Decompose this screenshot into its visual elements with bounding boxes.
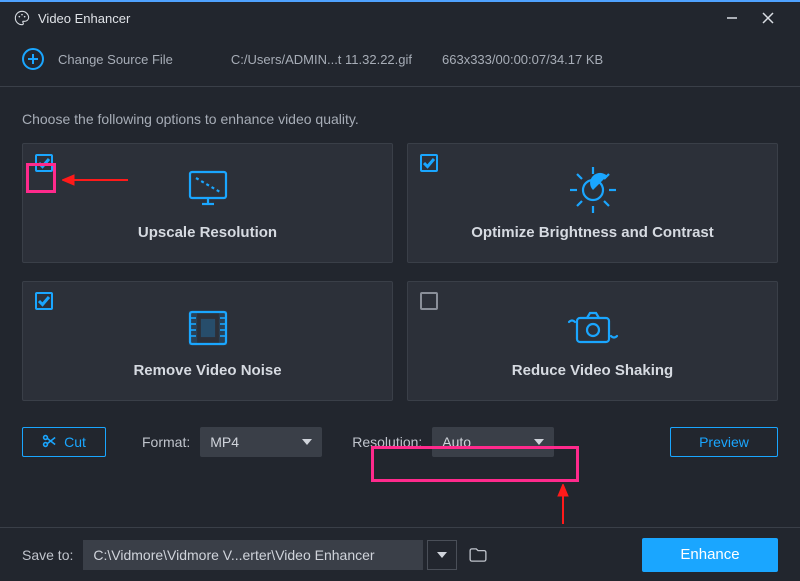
window-top-border [0,0,800,4]
app-palette-icon [14,10,30,26]
resolution-dropdown[interactable]: Auto [432,427,554,457]
save-path-dropdown[interactable] [427,540,457,570]
cut-button[interactable]: Cut [22,427,106,457]
checkbox-brightness[interactable] [420,154,438,172]
save-path-value: C:\Vidmore\Vidmore V...erter\Video Enhan… [93,547,374,563]
format-value: MP4 [210,434,239,450]
change-source-label[interactable]: Change Source File [58,52,173,67]
preview-label: Preview [699,434,749,450]
enhance-button[interactable]: Enhance [642,538,778,572]
option-noise-label: Remove Video Noise [133,362,281,379]
resolution-label: Resolution: [352,434,422,450]
source-file-info: 663x333/00:00:07/34.17 KB [442,52,603,67]
save-to-label: Save to: [22,547,73,563]
option-shaking-label: Reduce Video Shaking [512,362,673,379]
controls-row: Cut Format: MP4 Resolution: Auto Preview [0,401,800,457]
option-noise[interactable]: Remove Video Noise [22,281,393,401]
scissors-icon [42,434,56,451]
monitor-icon [184,166,232,214]
chevron-down-icon [534,439,544,445]
film-icon [182,304,234,352]
option-brightness[interactable]: Optimize Brightness and Contrast [407,143,778,263]
camera-shake-icon [563,304,623,352]
sun-icon [568,166,618,214]
checkbox-noise[interactable] [35,292,53,310]
checkbox-upscale[interactable] [35,154,53,172]
format-label: Format: [142,434,190,450]
source-file-path: C:/Users/ADMIN...t 11.32.22.gif [231,52,412,67]
title-bar: Video Enhancer [0,0,800,36]
cut-label: Cut [64,434,86,450]
chevron-down-icon [437,552,447,558]
open-folder-button[interactable] [463,540,493,570]
close-button[interactable] [750,0,786,36]
preview-button[interactable]: Preview [670,427,778,457]
option-upscale-label: Upscale Resolution [138,224,277,241]
option-shaking[interactable]: Reduce Video Shaking [407,281,778,401]
save-path-input[interactable]: C:\Vidmore\Vidmore V...erter\Video Enhan… [83,540,423,570]
options-grid: Upscale Resolution Optimize Brightness a… [0,143,800,401]
enhance-label: Enhance [680,546,739,563]
resolution-value: Auto [442,434,471,450]
option-brightness-label: Optimize Brightness and Contrast [471,224,714,241]
checkbox-shaking[interactable] [420,292,438,310]
source-row: Change Source File C:/Users/ADMIN...t 11… [0,36,800,87]
minimize-button[interactable] [714,0,750,36]
chevron-down-icon [302,439,312,445]
annotation-arrow-up [556,484,570,524]
format-dropdown[interactable]: MP4 [200,427,322,457]
option-upscale[interactable]: Upscale Resolution [22,143,393,263]
footer-bar: Save to: C:\Vidmore\Vidmore V...erter\Vi… [0,527,800,581]
change-source-icon[interactable] [22,48,44,70]
instructions-text: Choose the following options to enhance … [0,87,800,143]
app-title: Video Enhancer [38,11,714,26]
